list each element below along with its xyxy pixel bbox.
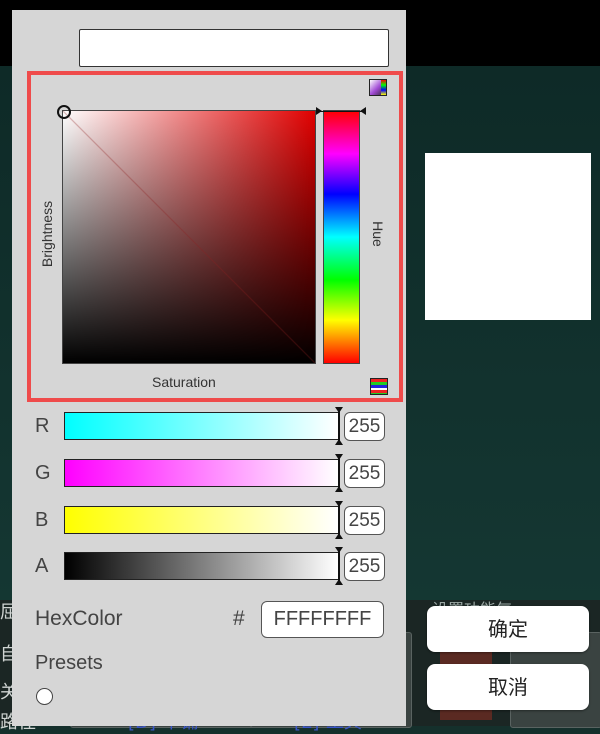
- hue-arrow-left-icon[interactable]: [316, 107, 322, 115]
- hue-indicator-line: [320, 111, 364, 112]
- channel-label-r: R: [35, 415, 50, 437]
- saturation-label: Saturation: [152, 374, 216, 390]
- alpha-channel-slider[interactable]: [64, 552, 339, 580]
- brightness-label: Brightness: [39, 200, 56, 268]
- hex-input[interactable]: FFFFFFFF: [261, 601, 384, 638]
- slider-mode-icon[interactable]: [370, 378, 388, 395]
- green-slider-handle[interactable]: [335, 454, 343, 492]
- blue-channel-slider[interactable]: [64, 506, 339, 534]
- confirm-button[interactable]: 确定: [427, 606, 589, 652]
- channel-label-a: A: [35, 555, 49, 577]
- alpha-slider-handle[interactable]: [335, 547, 343, 585]
- hue-label: Hue: [369, 221, 386, 247]
- presets-label: Presets: [35, 652, 103, 674]
- channel-label-g: G: [35, 462, 51, 484]
- red-slider-handle[interactable]: [335, 407, 343, 445]
- color-name-field[interactable]: [79, 29, 389, 67]
- sv-cursor-handle[interactable]: [57, 105, 71, 119]
- hash-symbol: #: [233, 607, 245, 630]
- saturation-brightness-square[interactable]: [63, 111, 315, 363]
- red-channel-slider[interactable]: [64, 412, 339, 440]
- color-mode-icon[interactable]: [369, 79, 387, 96]
- alpha-value-field[interactable]: 255: [344, 552, 385, 581]
- green-channel-slider[interactable]: [64, 459, 339, 487]
- blue-slider-handle[interactable]: [335, 501, 343, 539]
- green-value-field[interactable]: 255: [344, 459, 385, 488]
- color-preview-swatch: [425, 153, 591, 320]
- hexcolor-label: HexColor: [35, 607, 123, 630]
- red-value-field[interactable]: 255: [344, 412, 385, 441]
- channel-label-b: B: [35, 509, 49, 531]
- blue-value-field[interactable]: 255: [344, 506, 385, 535]
- hue-arrow-right-icon[interactable]: [360, 107, 366, 115]
- preset-swatch[interactable]: [36, 688, 53, 705]
- cancel-button[interactable]: 取消: [427, 664, 589, 710]
- hue-slider[interactable]: [324, 111, 359, 363]
